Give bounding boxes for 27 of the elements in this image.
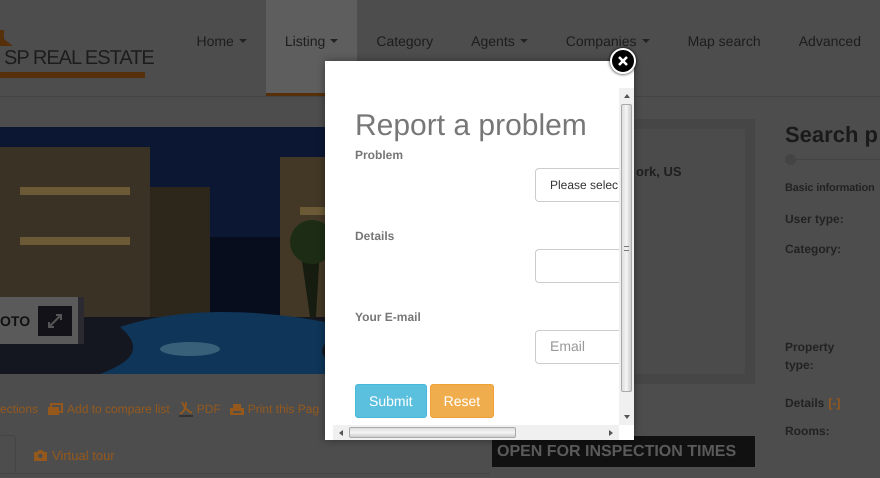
vertical-scrollbar[interactable] (619, 88, 634, 425)
logo-icon (0, 30, 13, 46)
action-link[interactable]: Add to compare list (47, 402, 170, 416)
printer-icon (230, 402, 244, 416)
monitor-icon (47, 402, 64, 416)
horizontal-scrollbar[interactable] (333, 425, 619, 440)
dialog-title: Report a problem (355, 109, 588, 143)
section-header: OPEN FOR INSPECTION TIMES (492, 436, 755, 467)
expand-icon (47, 312, 64, 328)
photo-label: OTO (0, 312, 30, 328)
field-label: Details (355, 229, 396, 243)
form-button[interactable]: Reset (430, 384, 494, 418)
tab[interactable]: Virtual tour (34, 435, 115, 473)
close-button[interactable] (610, 48, 636, 74)
field-label: Your E-mail (355, 310, 422, 324)
action-link[interactable]: ections (0, 402, 38, 416)
action-link[interactable]: PDF (178, 401, 221, 417)
input-field[interactable]: Email (535, 330, 619, 364)
input-field[interactable] (535, 249, 619, 283)
collapse-link[interactable]: [-] (828, 396, 840, 410)
close-icon (618, 56, 628, 66)
pdf-icon (178, 401, 193, 417)
expand-button[interactable] (38, 306, 72, 336)
action-link[interactable]: Print this Pag (230, 402, 320, 416)
camera-icon (34, 450, 47, 460)
field-label: Problem (355, 148, 404, 162)
form-button[interactable]: Submit (355, 384, 427, 418)
